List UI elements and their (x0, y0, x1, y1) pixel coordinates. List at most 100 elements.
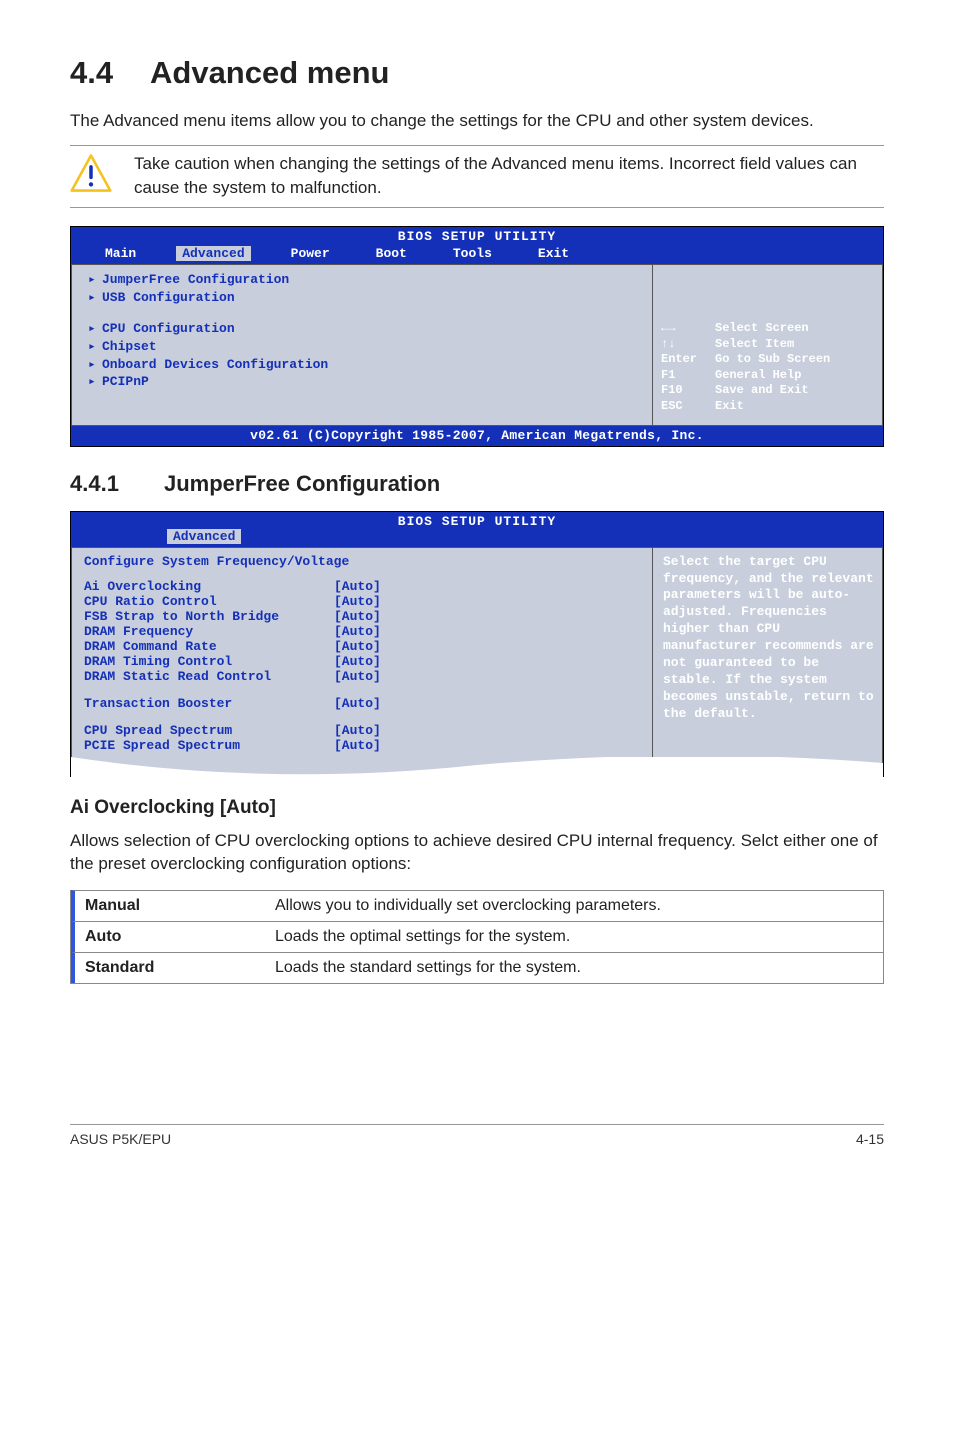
bios-item-pcipnp[interactable]: ▸PCIPnP (72, 373, 652, 391)
option-desc: Allows you to individually set overclock… (275, 897, 873, 915)
bios-item-onboard[interactable]: ▸Onboard Devices Configuration (72, 356, 652, 374)
caution-icon (70, 152, 112, 199)
bios-tab-power[interactable]: Power (285, 246, 336, 261)
bios-setting-label: DRAM Command Rate (84, 639, 334, 654)
options-table: Manual Allows you to individually set ov… (70, 890, 884, 984)
bios-item-jumperfree[interactable]: ▸JumperFree Configuration (72, 271, 652, 289)
submenu-arrow-icon: ▸ (88, 373, 102, 391)
bios-item-usb[interactable]: ▸USB Configuration (72, 289, 652, 307)
bios-setting-label: DRAM Timing Control (84, 654, 334, 669)
legend-text: Go to Sub Screen (715, 352, 830, 368)
legend-text: General Help (715, 368, 801, 384)
bios-setting-label: CPU Spread Spectrum (84, 723, 334, 738)
bios-setting-value: [Auto] (334, 609, 381, 624)
footer-product: ASUS P5K/EPU (70, 1131, 171, 1147)
bios-setting-row[interactable]: DRAM Timing Control[Auto] (84, 654, 640, 669)
bios-item-label: CPU Configuration (102, 320, 235, 338)
bios-legend: ←→Select Screen ↑↓Select Item EnterGo to… (661, 321, 874, 415)
bios-tab-tools[interactable]: Tools (447, 246, 498, 261)
bios-header: BIOS SETUP UTILITY (71, 227, 883, 246)
submenu-arrow-icon: ▸ (88, 289, 102, 307)
bios-setting-row[interactable]: DRAM Command Rate[Auto] (84, 639, 640, 654)
bios-screenshot-jumperfree: BIOS SETUP UTILITY Advanced Configure Sy… (70, 511, 884, 777)
caution-block: Take caution when changing the settings … (70, 146, 884, 208)
bios-item-cpu[interactable]: ▸CPU Configuration (72, 320, 652, 338)
bios-setting-value: [Auto] (334, 639, 381, 654)
bios-copyright: v02.61 (C)Copyright 1985-2007, American … (71, 426, 883, 446)
bios-left-panel: Configure System Frequency/Voltage Ai Ov… (71, 547, 653, 776)
bios-item-label: Chipset (102, 338, 157, 356)
subsection-title: JumperFree Configuration (164, 471, 440, 496)
bios-setting-value: [Auto] (334, 723, 381, 738)
bios-tab-exit[interactable]: Exit (532, 246, 575, 261)
bios-tabs: Advanced (71, 529, 883, 547)
bios-setting-value: [Auto] (334, 669, 381, 684)
section-heading: 4.4Advanced menu (70, 55, 884, 91)
bios-tab-advanced[interactable]: Advanced (176, 246, 250, 261)
option-desc: Loads the optimal settings for the syste… (275, 928, 873, 946)
bios-setting-row[interactable]: Transaction Booster[Auto] (84, 696, 640, 711)
bios-setting-row[interactable]: Ai Overclocking[Auto] (84, 579, 640, 594)
bios-setting-value: [Auto] (334, 696, 381, 711)
bios-header: BIOS SETUP UTILITY (71, 512, 883, 529)
bios-setting-label: Transaction Booster (84, 696, 334, 711)
bios-tab-main[interactable]: Main (99, 246, 142, 261)
subsection-heading: 4.4.1JumperFree Configuration (70, 471, 884, 497)
option-key: Auto (85, 928, 275, 946)
bios-setting-label: FSB Strap to North Bridge (84, 609, 334, 624)
submenu-arrow-icon: ▸ (88, 271, 102, 289)
bios-setting-value: [Auto] (334, 594, 381, 609)
bios-tabs: Main Advanced Power Boot Tools Exit (71, 246, 883, 264)
bios-help-text: Select the target CPU frequency, and the… (663, 554, 874, 723)
table-row: Standard Loads the standard settings for… (71, 952, 883, 983)
option-heading: Ai Overclocking [Auto] (70, 797, 884, 819)
bios-setting-row[interactable]: PCIE Spread Spectrum[Auto] (84, 738, 640, 753)
bios-tab-advanced[interactable]: Advanced (167, 529, 241, 544)
option-key: Manual (85, 897, 275, 915)
bios-item-label: Onboard Devices Configuration (102, 356, 328, 374)
bios-setting-label: PCIE Spread Spectrum (84, 738, 334, 753)
bios-setting-value: [Auto] (334, 624, 381, 639)
bios-screenshot-advanced: BIOS SETUP UTILITY Main Advanced Power B… (70, 226, 884, 446)
option-description: Allows selection of CPU overclocking opt… (70, 829, 884, 877)
bios-setting-label: Ai Overclocking (84, 579, 334, 594)
legend-key: ←→ (661, 321, 715, 337)
legend-key: ↑↓ (661, 337, 715, 353)
bios-setting-label: DRAM Frequency (84, 624, 334, 639)
legend-text: Exit (715, 399, 744, 415)
submenu-arrow-icon: ▸ (88, 320, 102, 338)
bios-setting-value: [Auto] (334, 654, 381, 669)
bios-setting-row[interactable]: DRAM Static Read Control[Auto] (84, 669, 640, 684)
bios-setting-label: DRAM Static Read Control (84, 669, 334, 684)
bios-setting-row[interactable]: DRAM Frequency[Auto] (84, 624, 640, 639)
bios-setting-row[interactable]: CPU Ratio Control[Auto] (84, 594, 640, 609)
bios-setting-row[interactable]: FSB Strap to North Bridge[Auto] (84, 609, 640, 624)
section-number: 4.4 (70, 55, 150, 91)
option-desc: Loads the standard settings for the syst… (275, 959, 873, 977)
legend-key: Enter (661, 352, 715, 368)
legend-text: Select Item (715, 337, 794, 353)
bios-setting-value: [Auto] (334, 579, 381, 594)
table-row: Manual Allows you to individually set ov… (71, 890, 883, 921)
bios-setting-row[interactable]: CPU Spread Spectrum[Auto] (84, 723, 640, 738)
panel-title: Configure System Frequency/Voltage (84, 554, 640, 569)
submenu-arrow-icon: ▸ (88, 338, 102, 356)
subsection-number: 4.4.1 (70, 471, 164, 497)
caution-text: Take caution when changing the settings … (134, 152, 884, 200)
legend-text: Select Screen (715, 321, 809, 337)
table-row: Auto Loads the optimal settings for the … (71, 921, 883, 952)
bios-item-label: USB Configuration (102, 289, 235, 307)
bios-item-chipset[interactable]: ▸Chipset (72, 338, 652, 356)
submenu-arrow-icon: ▸ (88, 356, 102, 374)
bios-setting-value: [Auto] (334, 738, 381, 753)
divider (70, 207, 884, 208)
footer-page-number: 4-15 (856, 1131, 884, 1147)
section-title-text: Advanced menu (150, 55, 389, 90)
legend-key: ESC (661, 399, 715, 415)
bios-tab-boot[interactable]: Boot (370, 246, 413, 261)
bios-setting-label: CPU Ratio Control (84, 594, 334, 609)
legend-text: Save and Exit (715, 383, 809, 399)
bios-right-panel: Select the target CPU frequency, and the… (653, 547, 883, 776)
bios-item-label: JumperFree Configuration (102, 271, 289, 289)
bios-left-panel: ▸JumperFree Configuration ▸USB Configura… (71, 264, 653, 425)
